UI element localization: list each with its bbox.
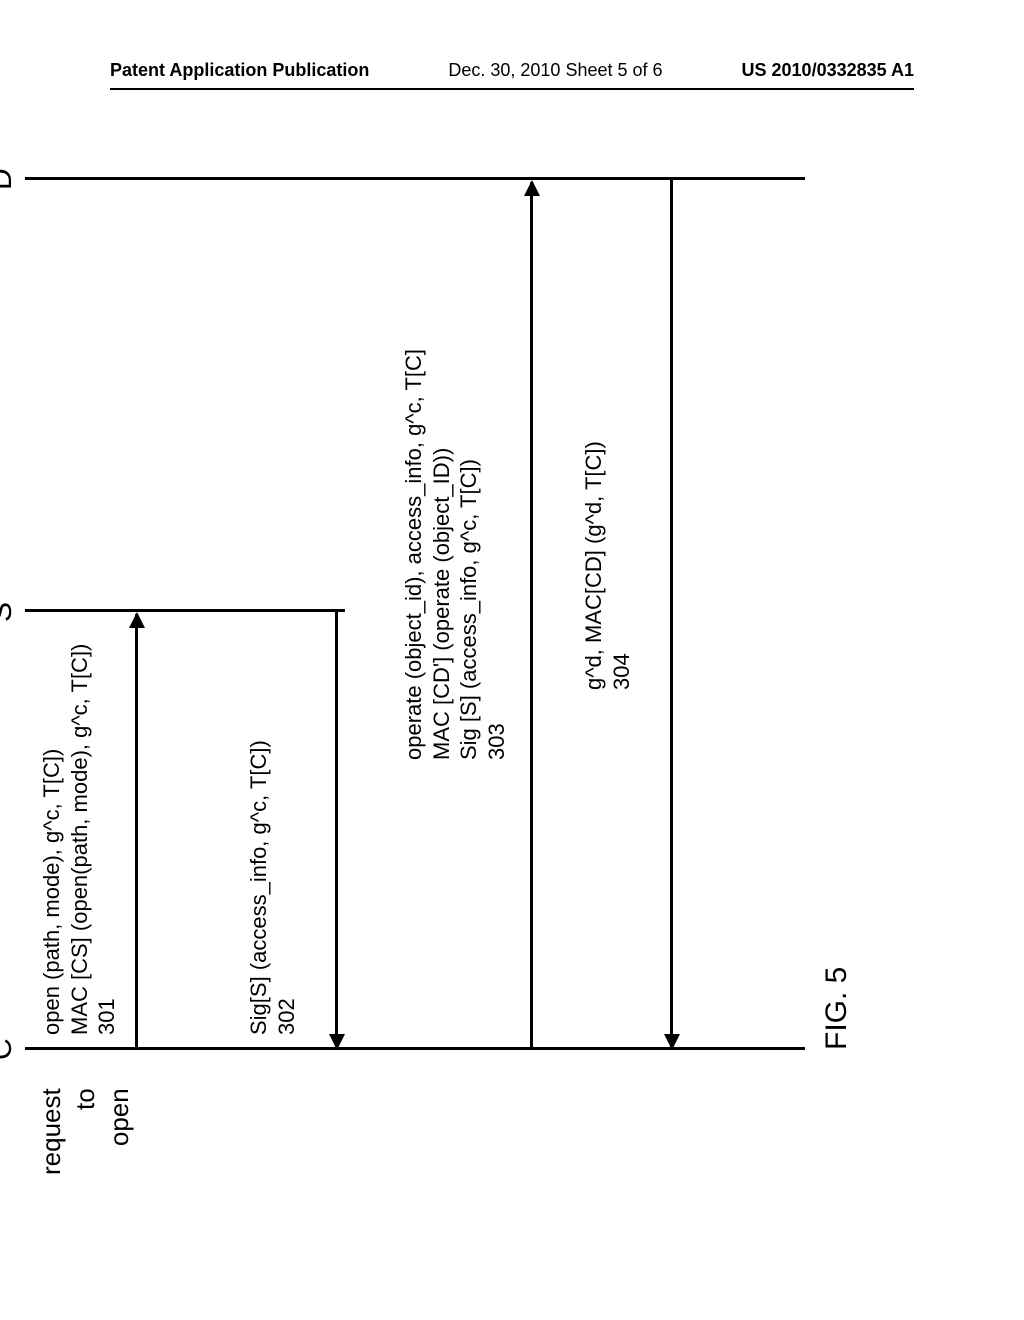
msg-304: g^d, MAC[CD] (g^d, T[C]) 304 (580, 441, 635, 690)
msg303-l2: MAC [CD'] (operate (object_ID)) (429, 448, 454, 760)
side-request-to-open: request to open (35, 1088, 136, 1175)
arrow-301 (135, 614, 138, 1048)
side-l1: request (36, 1088, 66, 1175)
entity-c: C (0, 1038, 19, 1060)
msg-301: open (path, mode), g^c, T[C]) MAC [CS] (… (38, 644, 121, 1035)
lifeline-d (25, 178, 805, 181)
msg303-l4: 303 (484, 723, 509, 760)
msg302-l1: Sig[S] (access_info, g^c, T[C]) (246, 740, 271, 1035)
arrow-304 (670, 180, 673, 1048)
msg301-l1: open (path, mode), g^c, T[C]) (39, 749, 64, 1035)
msg-303: operate (object_id), access_info, g^c, T… (400, 349, 510, 760)
arrow-302 (335, 612, 338, 1048)
arrow-303 (530, 182, 533, 1048)
entity-s: S (0, 602, 19, 622)
header-date-sheet: Dec. 30, 2010 Sheet 5 of 6 (448, 60, 662, 81)
lifeline-c (25, 1048, 805, 1051)
sequence-diagram: C S D request to open open (path, mode),… (20, 280, 1000, 1040)
msg-302: Sig[S] (access_info, g^c, T[C]) 302 (245, 740, 300, 1035)
side-l3: open (104, 1088, 134, 1146)
figure-label: FIG. 5 (820, 967, 854, 1050)
entity-d: D (0, 168, 19, 190)
msg304-l1: g^d, MAC[CD] (g^d, T[C]) (581, 441, 606, 690)
msg303-l3: Sig [S] (access_info, g^c, T[C]) (456, 459, 481, 760)
msg303-l1: operate (object_id), access_info, g^c, T… (401, 349, 426, 760)
header-pub-number: US 2010/0332835 A1 (742, 60, 914, 81)
msg301-l2: MAC [CS] (open(path, mode), g^c, T[C]) (67, 644, 92, 1035)
lifeline-s (25, 610, 345, 613)
msg304-l2: 304 (609, 653, 634, 690)
msg301-l3: 301 (94, 998, 119, 1035)
header-divider (110, 88, 914, 90)
msg302-l2: 302 (274, 998, 299, 1035)
side-l2: to (70, 1088, 100, 1110)
header-publication: Patent Application Publication (110, 60, 369, 81)
